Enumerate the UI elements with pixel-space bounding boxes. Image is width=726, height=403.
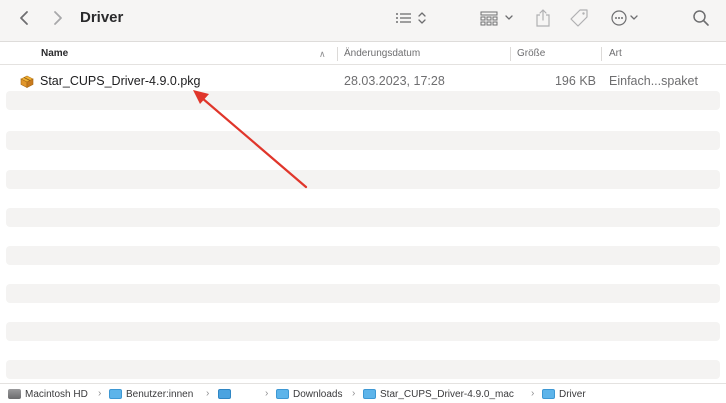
share-icon xyxy=(536,9,550,27)
empty-row xyxy=(6,246,720,265)
path-separator-icon: › xyxy=(352,388,356,399)
group-button[interactable] xyxy=(478,6,518,30)
empty-row xyxy=(6,284,720,303)
file-name: Star_CUPS_Driver-4.9.0.pkg xyxy=(40,74,201,88)
file-date: 28.03.2023, 17:28 xyxy=(344,74,445,88)
path-separator-icon: › xyxy=(265,388,269,399)
path-separator-icon: › xyxy=(206,388,210,399)
folder-icon xyxy=(542,389,555,399)
package-icon xyxy=(20,75,34,88)
forward-button[interactable] xyxy=(48,6,68,30)
search-icon xyxy=(693,10,709,26)
chevron-right-icon xyxy=(54,11,62,25)
chevron-left-icon xyxy=(20,11,28,25)
path-item-macintosh-hd[interactable]: Macintosh HD xyxy=(8,384,88,403)
column-date[interactable]: Änderungsdatum xyxy=(344,43,420,65)
path-item-driver[interactable]: Driver xyxy=(542,384,586,403)
search-button[interactable] xyxy=(690,6,712,30)
file-row[interactable]: Star_CUPS_Driver-4.9.0.pkg 28.03.2023, 1… xyxy=(6,72,720,91)
empty-row xyxy=(6,91,720,110)
path-separator-icon: › xyxy=(98,388,102,399)
downloads-folder-icon xyxy=(276,389,289,399)
empty-row xyxy=(6,360,720,379)
view-options-button[interactable] xyxy=(392,6,432,30)
tag-button[interactable] xyxy=(568,6,590,30)
sort-ascending-icon[interactable]: ∧ xyxy=(319,43,326,65)
path-item-star-cups-folder[interactable]: Star_CUPS_Driver-4.9.0_mac xyxy=(363,384,514,403)
window-title: Driver xyxy=(80,9,124,26)
column-kind[interactable]: Art xyxy=(609,43,622,65)
folder-icon xyxy=(363,389,376,399)
path-item-users[interactable]: Benutzer:innen xyxy=(109,384,193,403)
folder-icon xyxy=(109,389,122,399)
share-button[interactable] xyxy=(533,6,553,30)
tag-icon xyxy=(570,9,588,27)
empty-row xyxy=(6,208,720,227)
file-size: 196 KB xyxy=(554,74,596,88)
column-divider[interactable] xyxy=(601,47,602,61)
path-item-downloads[interactable]: Downloads xyxy=(276,384,342,403)
back-button[interactable] xyxy=(14,6,34,30)
empty-row xyxy=(6,131,720,150)
grid-group-icon xyxy=(480,11,513,26)
hard-drive-icon xyxy=(8,389,21,399)
ellipsis-circle-icon xyxy=(611,10,638,26)
column-divider[interactable] xyxy=(510,47,511,61)
home-folder-icon xyxy=(218,389,231,399)
more-actions-button[interactable] xyxy=(609,6,643,30)
column-size[interactable]: Größe xyxy=(517,43,545,65)
column-name[interactable]: Name xyxy=(41,43,68,65)
path-item-home[interactable] xyxy=(218,384,235,403)
empty-row xyxy=(6,170,720,189)
column-divider[interactable] xyxy=(337,47,338,61)
column-header: Name ∧ Änderungsdatum Größe Art xyxy=(0,43,726,65)
file-kind: Einfach...spaket xyxy=(609,74,698,88)
toolbar: Driver xyxy=(0,0,726,42)
empty-row xyxy=(6,322,720,341)
list-view-icon xyxy=(396,12,426,24)
path-separator-icon: › xyxy=(531,388,535,399)
path-bar: Macintosh HD › Benutzer:innen › › Downlo… xyxy=(0,383,726,403)
